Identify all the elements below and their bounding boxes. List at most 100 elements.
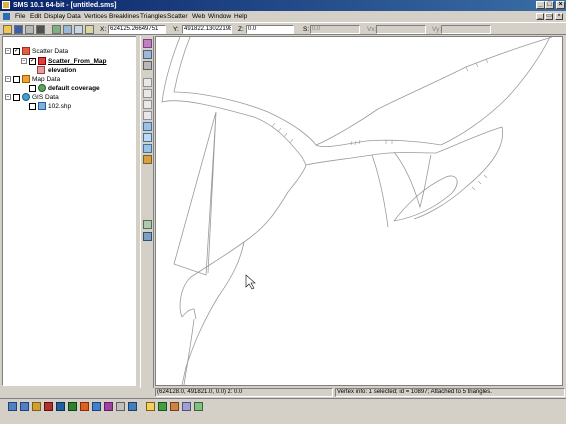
create-vertex-icon[interactable] <box>143 89 152 98</box>
menu-display[interactable]: Display <box>44 11 65 22</box>
expand-toggle[interactable]: − <box>21 58 27 64</box>
zoom-icon[interactable] <box>63 25 72 34</box>
vertex-info-status: Vertex info: 1 selected; id = 10897; Att… <box>335 388 565 397</box>
print-icon[interactable] <box>25 25 34 34</box>
contour-label-icon[interactable] <box>143 155 152 164</box>
triangle-icon[interactable] <box>143 133 152 142</box>
scatter-module-icon[interactable] <box>32 402 41 411</box>
title-bar: SMS 10.1 64-bit - [untitled.sms] _ □ × <box>0 0 566 11</box>
tree-label: elevation <box>48 67 77 74</box>
y-coord-field[interactable]: 491822.13022198 <box>182 25 232 34</box>
close-button[interactable]: × <box>556 1 565 9</box>
save-icon[interactable] <box>14 25 23 34</box>
select-triangle-icon[interactable] <box>143 122 152 131</box>
frame-icon[interactable] <box>74 25 83 34</box>
visibility-checkbox[interactable]: ✓ <box>13 48 20 55</box>
visibility-checkbox[interactable]: ✓ <box>29 58 36 65</box>
s-label: S: <box>303 26 310 33</box>
menu-triangles[interactable]: Triangles <box>140 11 167 22</box>
map-module-icon[interactable] <box>143 220 152 229</box>
menu-help[interactable]: Help <box>234 11 247 22</box>
tool-palette <box>140 36 154 388</box>
mdi-minimize-button[interactable]: _ <box>536 13 544 20</box>
visibility-checkbox[interactable] <box>29 103 36 110</box>
tree-label: Scatter_From_Map <box>48 58 107 65</box>
scatter-boundary-drawing <box>161 36 553 386</box>
cartesian-grid-icon[interactable] <box>44 402 53 411</box>
menu-breaklines[interactable]: Breaklines <box>109 11 139 22</box>
z-coord-field[interactable]: 0.0 <box>246 25 294 34</box>
select-vertex-icon[interactable] <box>143 78 152 87</box>
mdi-close-button[interactable]: × <box>555 13 563 20</box>
visibility-checkbox[interactable] <box>29 85 36 92</box>
menu-edit[interactable]: Edit <box>30 11 41 22</box>
quadtree-icon[interactable] <box>56 402 65 411</box>
plot-icon[interactable] <box>182 402 191 411</box>
menu-data[interactable]: Data <box>67 11 81 22</box>
project-explorer: − ✓ Scatter Data − ✓ Scatter_From_Map el… <box>2 36 138 386</box>
vy-label: Vy: <box>432 26 442 33</box>
mesh-module-icon[interactable] <box>8 402 17 411</box>
vy-field <box>441 25 491 34</box>
zoom-tool-icon[interactable] <box>143 50 152 59</box>
y-coord-label: Y: <box>173 26 179 33</box>
minimize-button[interactable]: _ <box>536 1 545 9</box>
maximize-button[interactable]: □ <box>545 1 554 9</box>
menu-file[interactable]: File <box>15 11 25 22</box>
scatter-module-icon[interactable] <box>143 232 152 241</box>
menu-web[interactable]: Web <box>192 11 205 22</box>
module-toolbar <box>0 398 566 412</box>
map-module-icon[interactable] <box>116 402 125 411</box>
create-breakline-icon[interactable] <box>143 111 152 120</box>
open-folder-icon[interactable] <box>3 25 12 34</box>
vertex-ticks <box>271 58 489 191</box>
run-model-icon[interactable] <box>158 402 167 411</box>
coverage-icon <box>38 84 46 92</box>
z-coord-label: Z: <box>238 26 244 33</box>
delete-icon[interactable] <box>36 25 45 34</box>
globe-icon <box>22 93 30 101</box>
cursor-position-status: (624128.0, 491821.0, 0.0) z: 0.0 <box>155 388 333 397</box>
tree-label: Map Data <box>32 76 61 83</box>
raster-icon[interactable] <box>68 402 77 411</box>
visibility-checkbox[interactable] <box>13 76 20 83</box>
vx-field <box>376 25 426 34</box>
menu-window[interactable]: Window <box>208 11 231 22</box>
edge-swap-icon[interactable] <box>143 144 152 153</box>
get-info-icon[interactable] <box>52 25 61 34</box>
gis-module-icon[interactable] <box>92 402 101 411</box>
model-control-icon[interactable] <box>170 402 179 411</box>
tree-label: Scatter Data <box>32 48 69 55</box>
export-icon[interactable] <box>194 402 203 411</box>
grid-module-icon[interactable] <box>20 402 29 411</box>
scatter-set-icon <box>38 57 46 65</box>
status-bar: (624128.0, 491821.0, 0.0) z: 0.0 Vertex … <box>155 388 565 397</box>
menu-vertices[interactable]: Vertices <box>84 11 107 22</box>
expand-toggle[interactable]: − <box>5 48 11 54</box>
x-coord-label: X: <box>100 26 107 33</box>
tree-label: 102.shp <box>48 103 72 110</box>
expand-toggle[interactable]: − <box>5 94 11 100</box>
pan-tool-icon[interactable] <box>143 61 152 70</box>
help-icon[interactable] <box>85 25 94 34</box>
graphics-window[interactable] <box>155 36 563 386</box>
mdi-restore-button[interactable]: ▭ <box>545 13 553 20</box>
document-system-icon[interactable] <box>3 13 10 20</box>
window-title: SMS 10.1 64-bit - [untitled.sms] <box>13 2 117 9</box>
visibility-checkbox[interactable] <box>13 94 20 101</box>
cad-icon[interactable] <box>128 402 137 411</box>
x-coord-field[interactable]: 624125.26649751 <box>108 25 166 34</box>
scatter-folder-icon <box>22 47 30 55</box>
tree-label: default coverage <box>48 85 100 92</box>
model-checker-icon[interactable] <box>146 402 155 411</box>
s-field: 0.0 <box>310 25 360 34</box>
annotation-icon[interactable] <box>104 402 113 411</box>
expand-toggle[interactable]: − <box>5 76 11 82</box>
shapefile-icon <box>38 102 46 110</box>
select-breakline-icon[interactable] <box>143 100 152 109</box>
select-tool-icon[interactable] <box>143 39 152 48</box>
menu-scatter[interactable]: Scatter <box>167 11 188 22</box>
particle-icon[interactable] <box>80 402 89 411</box>
tree-label: GIS Data <box>32 94 59 101</box>
mouse-cursor-icon <box>245 274 256 290</box>
